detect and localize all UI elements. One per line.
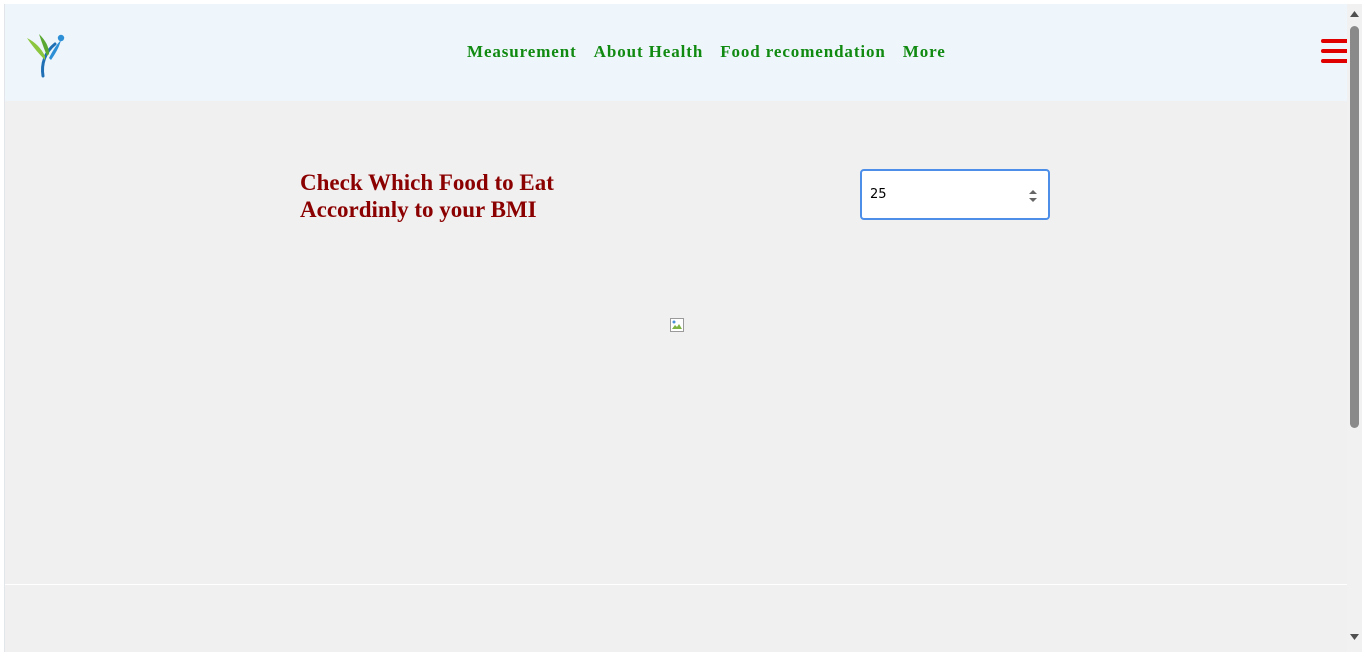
broken-image-icon <box>670 318 684 332</box>
heading-line-2: Accordinly to your BMI <box>300 197 537 222</box>
vertical-scrollbar[interactable] <box>1347 4 1362 652</box>
nav-more-link[interactable]: More <box>903 42 946 62</box>
nav-measurement-link[interactable]: Measurement <box>467 42 577 62</box>
footer-divider <box>5 584 1348 585</box>
number-spinner-icon[interactable] <box>1028 189 1038 203</box>
logo-icon[interactable] <box>23 30 67 78</box>
page-heading: Check Which Food to Eat Accordinly to yo… <box>300 169 620 223</box>
heading-line-1: Check Which Food to Eat <box>300 170 554 195</box>
scroll-up-arrow-icon[interactable] <box>1349 9 1360 19</box>
hamburger-menu-icon[interactable] <box>1321 39 1348 65</box>
nav-food-recommendation-link[interactable]: Food recomendation <box>720 42 886 62</box>
scrollbar-thumb[interactable] <box>1350 26 1359 428</box>
bmi-number-input[interactable] <box>870 171 1020 218</box>
main-nav: Measurement About Health Food recomendat… <box>467 42 963 62</box>
page-viewport: Measurement About Health Food recomendat… <box>4 4 1348 652</box>
nav-about-health-link[interactable]: About Health <box>594 42 704 62</box>
bmi-input-container <box>860 169 1050 220</box>
scroll-down-arrow-icon[interactable] <box>1349 632 1360 642</box>
navbar: Measurement About Health Food recomendat… <box>5 4 1348 101</box>
